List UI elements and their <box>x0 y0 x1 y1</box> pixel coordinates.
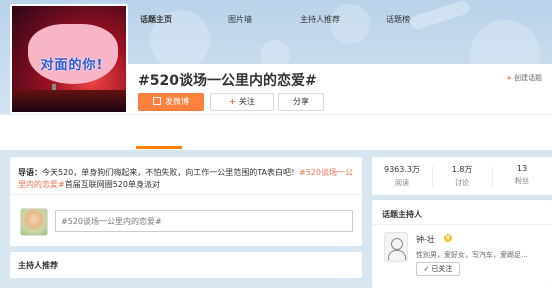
stat-reads: 9363.3万 阅读 <box>372 164 432 188</box>
topic-guide-text: 导语：今天520，单身狗们嗨起来，不怕失败，向工作一公里范围的TA表白吧！#52… <box>18 167 358 191</box>
host-description: 性别男，爱好女，写汽车，爱踢足... <box>416 251 528 259</box>
stat-reads-label: 阅读 <box>395 179 409 187</box>
banner-plane-decoration <box>409 0 471 31</box>
create-topic-label: 创建话题 <box>514 74 542 82</box>
follow-label: 关注 <box>238 97 255 106</box>
tab-host-recommend[interactable]: 主持人推荐 <box>300 14 340 25</box>
topic-title: #520谈场一公里内的恋爱# <box>138 73 317 89</box>
check-icon: ✓ <box>423 265 430 273</box>
share-label: 分享 <box>293 97 309 106</box>
guide-text-1: 今天520，单身狗们嗨起来，不怕失败，向工作一公里范围的TA表白吧！ <box>42 168 300 177</box>
post-composer-input[interactable] <box>55 210 353 232</box>
share-button[interactable]: 分享 <box>278 93 324 111</box>
host-recommend-card: 主持人推荐 <box>10 252 362 278</box>
host-followed-label: 已关注 <box>431 265 453 273</box>
plus-icon: + <box>229 97 236 106</box>
guide-text-2: 首届互联网圈520单身派对 <box>64 180 160 189</box>
edit-icon <box>153 97 161 105</box>
stat-fans: 13 粉丝 <box>492 164 552 186</box>
plus-icon: + <box>506 74 512 82</box>
host-followed-button[interactable]: ✓ 已关注 <box>416 262 460 276</box>
verified-badge-icon: V <box>444 234 452 242</box>
card-divider <box>10 194 362 195</box>
cover-text: 对面的你! <box>40 58 104 73</box>
post-weibo-button[interactable]: 发微博 <box>138 93 204 111</box>
stat-discussions: 1.8万 讨论 <box>432 164 492 188</box>
guide-lead: 导语： <box>18 168 42 177</box>
tab-topic-ranking[interactable]: 话题榜 <box>386 14 410 25</box>
stat-fans-value: 13 <box>516 164 528 173</box>
host-name-link[interactable]: 钟-壮 <box>416 234 435 245</box>
host-recommend-title: 主持人推荐 <box>18 261 58 270</box>
post-weibo-label: 发微博 <box>165 97 189 106</box>
cover-heart-shape <box>28 24 118 84</box>
topic-tab-bar <box>0 114 552 150</box>
stat-fans-label: 粉丝 <box>515 177 529 185</box>
create-topic-link[interactable]: + 创建话题 <box>506 73 542 83</box>
follow-button[interactable]: + 关注 <box>210 93 274 111</box>
user-avatar[interactable] <box>20 208 48 236</box>
cover-stage <box>12 90 126 112</box>
card-divider <box>372 224 552 225</box>
active-tab-indicator <box>136 146 182 149</box>
topic-host-card: 话题主持人 钟-壮 V 性别男，爱好女，写汽车，爱踢足... ✓ 已关注 <box>372 200 552 288</box>
tab-photo-wall[interactable]: 图片墙 <box>228 14 252 25</box>
stat-discussions-value: 1.8万 <box>451 165 473 174</box>
topic-cover-image[interactable]: 对面的你! <box>10 4 128 114</box>
topic-stats-card: 9363.3万 阅读 1.8万 讨论 13 粉丝 <box>372 157 552 195</box>
host-avatar[interactable] <box>384 232 408 262</box>
stat-reads-value: 9363.3万 <box>384 165 420 174</box>
tab-topic-home[interactable]: 话题主页 <box>140 14 172 25</box>
stat-discussions-label: 讨论 <box>455 179 469 187</box>
host-section-title: 话题主持人 <box>382 210 422 219</box>
